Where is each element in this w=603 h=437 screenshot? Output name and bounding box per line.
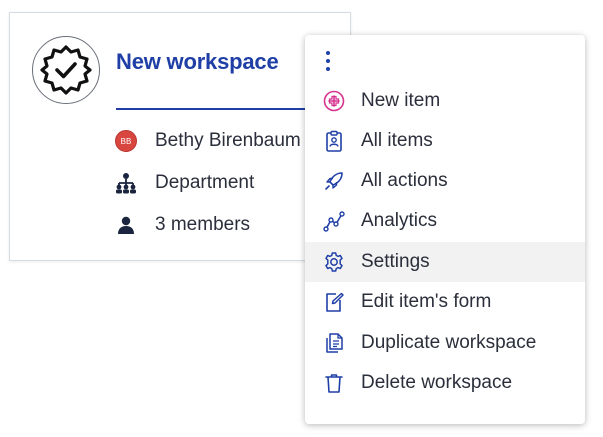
menu-item-analytics[interactable]: Analytics [305, 201, 585, 241]
menu-item-label: New item [361, 90, 441, 111]
owner-row: BB Bethy Birenbaum [114, 127, 301, 155]
trash-icon [322, 371, 346, 395]
menu-item-label: Settings [361, 251, 430, 272]
owner-avatar: BB [115, 130, 137, 152]
members-count: 3 members [155, 214, 251, 235]
duplicate-icon [322, 331, 346, 355]
person-icon [114, 213, 138, 237]
menu-item-label: All items [361, 130, 433, 151]
workspace-logo [32, 36, 100, 104]
menu-item-label: Edit item's form [361, 291, 492, 312]
verified-badge-icon [40, 45, 92, 95]
plus-circle-icon [322, 89, 346, 113]
menu-item-new-item[interactable]: New item [305, 81, 585, 121]
menu-item-settings[interactable]: Settings [305, 242, 585, 282]
owner-name: Bethy Birenbaum [155, 130, 301, 151]
menu-item-all-items[interactable]: All items [305, 121, 585, 161]
menu-item-all-actions[interactable]: All actions [305, 161, 585, 201]
workspace-type: Department [155, 172, 255, 193]
menu-item-duplicate[interactable]: Duplicate workspace [305, 323, 585, 363]
menu-item-label: Duplicate workspace [361, 332, 537, 353]
menu-item-label: Analytics [361, 210, 438, 231]
members-row: 3 members [114, 211, 250, 239]
rocket-icon [322, 169, 346, 193]
type-row: Department [114, 169, 254, 197]
analytics-icon [322, 209, 346, 233]
workspace-title[interactable]: New workspace [116, 49, 279, 75]
menu-item-edit-form[interactable]: Edit item's form [305, 282, 585, 322]
edit-form-icon [322, 290, 346, 314]
gear-icon [322, 250, 346, 274]
org-chart-icon [114, 171, 138, 195]
clipboard-icon [322, 129, 346, 153]
kebab-menu-icon[interactable] [317, 51, 339, 71]
workspace-card: New workspace BB Bethy Birenbaum Departm… [9, 12, 352, 261]
menu-item-delete[interactable]: Delete workspace [305, 363, 585, 403]
app-stage: New workspace BB Bethy Birenbaum Departm… [0, 0, 603, 437]
workspace-context-menu: New item All items All actions Analytics… [305, 35, 585, 424]
menu-item-label: Delete workspace [361, 372, 513, 393]
menu-item-label: All actions [361, 170, 448, 191]
